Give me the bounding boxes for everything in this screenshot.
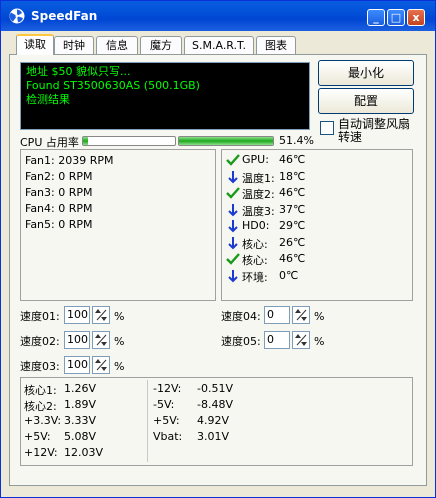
spinner-arrows-icon (295, 334, 307, 346)
down-arrow-icon (226, 236, 240, 250)
check-icon (226, 153, 240, 167)
voltage-value: 3.33V (64, 414, 97, 427)
temperature-label: 温度1: (242, 171, 275, 185)
voltage-value: -8.48V (197, 398, 233, 411)
speed02-input[interactable]: 100 (64, 331, 90, 349)
voltage-label: 核心1: (24, 384, 57, 397)
close-window-button[interactable]: x (407, 9, 425, 26)
maximize-window-button[interactable]: □ (387, 9, 405, 26)
speed01-unit: % (114, 310, 125, 323)
config-button[interactable]: 配置 (318, 88, 414, 114)
speed05-label: 速度05: (221, 335, 261, 348)
temperature-value: 46℃ (279, 186, 306, 199)
tab-readings[interactable]: 读取 (16, 34, 54, 55)
speed03-input[interactable]: 100 (64, 356, 90, 374)
voltage-label: -5V: (153, 398, 175, 411)
speed02-unit: % (114, 335, 125, 348)
voltage-value: -0.51V (197, 382, 233, 395)
speed02-label: 速度02: (20, 335, 60, 348)
voltage-label: Vbat: (153, 430, 183, 443)
fan-reading: Fan4: 0 RPM (25, 202, 93, 215)
spinner-arrows-icon (95, 309, 107, 321)
speed05-input[interactable]: 0 (264, 331, 290, 349)
temperature-value: 46℃ (279, 252, 306, 265)
cpu-usage-value: 51.4% (279, 134, 314, 147)
cpu-usage-label: CPU 占用率 (20, 136, 79, 149)
speed03-spinner[interactable] (92, 356, 110, 374)
speed01-label: 速度01: (20, 310, 60, 323)
voltage-label: -12V: (153, 382, 182, 395)
spinner-arrows-icon (95, 359, 107, 371)
temperature-value: 37℃ (279, 202, 306, 216)
temperature-label: 核心: (242, 254, 268, 267)
speed05-unit: % (314, 335, 325, 348)
temperature-value: 0℃ (279, 268, 299, 282)
auto-fan-label: 自动调整风扇转速 (338, 117, 411, 144)
title-bar[interactable]: SpeedFan _ □ x (1, 1, 435, 31)
temperature-value: 18℃ (279, 169, 306, 183)
window-title: SpeedFan (31, 9, 98, 23)
speed04-unit: % (314, 310, 325, 323)
voltage-value: 1.26V (64, 382, 97, 395)
temperature-label: 核心: (242, 237, 268, 251)
fan-reading: Fan3: 0 RPM (25, 186, 93, 199)
voltage-divider (147, 380, 148, 462)
voltage-label: +5V: (153, 414, 180, 427)
voltage-value: 12.03V (64, 446, 104, 459)
spinner-arrows-icon (295, 309, 307, 321)
check-icon (226, 186, 240, 200)
fan-reading: Fan5: 0 RPM (25, 218, 93, 231)
tab-clock[interactable]: 时钟 (54, 36, 94, 54)
fan-icon (9, 8, 25, 24)
cpu-usage-bar-1-fill (83, 137, 88, 145)
fan-reading: Fan1: 2039 RPM (25, 154, 114, 167)
log-console: 地址 $50 貌似只写... Found ST3500630AS (500.1G… (20, 62, 310, 130)
cpu-usage-bar-1 (82, 136, 176, 146)
voltage-value: 1.89V (64, 398, 97, 411)
voltage-value: 3.01V (197, 430, 230, 443)
minimize-window-button[interactable]: _ (367, 9, 385, 26)
minimize-button[interactable]: 最小化 (318, 60, 414, 86)
temperature-label: HD0: (242, 219, 270, 232)
fan-reading: Fan2: 0 RPM (25, 170, 93, 183)
temperature-value: 46℃ (279, 153, 306, 166)
temperature-label: 环境: (242, 270, 268, 284)
voltage-label: +3.3V: (24, 414, 62, 427)
tab-info[interactable]: 信息 (96, 36, 138, 54)
speed05-spinner[interactable] (292, 331, 310, 349)
speed04-spinner[interactable] (292, 306, 310, 324)
speed01-spinner[interactable] (92, 306, 110, 324)
speed04-input[interactable]: 0 (264, 306, 290, 324)
temperature-label: 温度2: (242, 188, 275, 201)
cpu-usage-bar-2-fill (179, 137, 273, 145)
tab-charts[interactable]: 图表 (256, 36, 296, 54)
log-line: Found ST3500630AS (500.1GB) (26, 79, 200, 92)
temperature-label: 温度3: (242, 204, 275, 218)
auto-fan-checkbox[interactable] (320, 121, 334, 135)
down-arrow-icon (226, 170, 240, 184)
log-line: 检测结果 (26, 93, 70, 106)
down-arrow-icon (226, 203, 240, 217)
down-arrow-icon (226, 269, 240, 283)
check-icon (226, 252, 240, 266)
speed03-unit: % (114, 360, 125, 373)
temperature-value: 29℃ (279, 219, 306, 232)
tab-smart[interactable]: S.M.A.R.T. (184, 36, 254, 54)
speed01-input[interactable]: 100 (64, 306, 90, 324)
voltage-label: 核心2: (24, 400, 57, 413)
cpu-usage-bar-2 (178, 136, 274, 146)
voltage-label: +12V: (24, 446, 58, 459)
voltage-label: +5V: (24, 430, 51, 443)
temperature-label: GPU: (242, 153, 269, 166)
speed04-label: 速度04: (221, 310, 261, 323)
tab-magic[interactable]: 魔方 (140, 36, 182, 54)
voltage-value: 5.08V (64, 430, 97, 443)
speed03-label: 速度03: (20, 360, 60, 373)
log-line: 地址 $50 貌似只写... (26, 65, 131, 78)
voltage-value: 4.92V (197, 414, 230, 427)
speed02-spinner[interactable] (92, 331, 110, 349)
temperature-value: 26℃ (279, 235, 306, 249)
down-arrow-icon (226, 219, 240, 233)
spinner-arrows-icon (95, 334, 107, 346)
